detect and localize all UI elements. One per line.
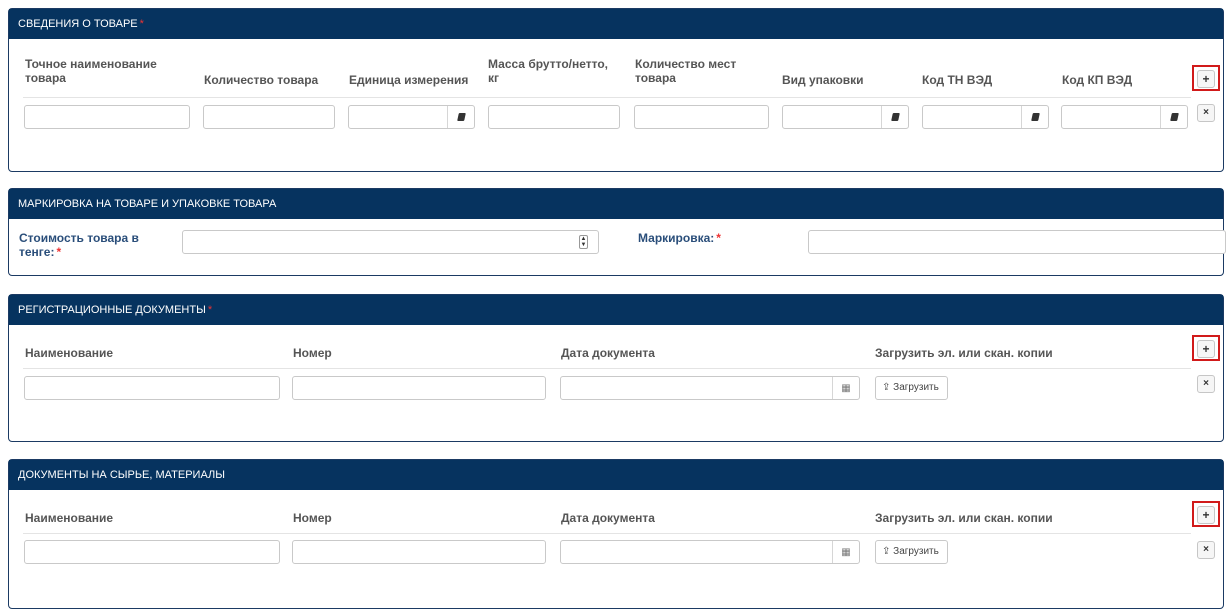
quantity-input[interactable] — [203, 105, 335, 129]
cost-label-line2: тенге: — [19, 245, 55, 259]
mat-date-input[interactable]: ▦ — [560, 540, 860, 564]
packaging-lookup-button[interactable] — [881, 106, 908, 128]
col-quantity-label: Количество товара — [204, 73, 319, 87]
delete-mat-doc-button[interactable]: × — [1197, 541, 1215, 559]
product-name-input[interactable] — [24, 105, 190, 129]
reg-upload-label: Загрузить — [893, 382, 939, 393]
upload-icon: ⇪ — [882, 546, 891, 557]
add-goods-row-button[interactable]: + — [1197, 70, 1215, 88]
mat-col-number-label: Номер — [293, 511, 332, 525]
col-packaging-label: Вид упаковки — [782, 73, 864, 87]
add-mat-doc-button[interactable]: + — [1197, 506, 1215, 524]
reg-date-picker-button[interactable]: ▦ — [832, 377, 859, 399]
unit-lookup-button[interactable] — [447, 106, 474, 128]
upload-icon: ⇪ — [882, 382, 891, 393]
reg-date-input[interactable]: ▦ — [560, 376, 860, 400]
goods-header-divider — [23, 97, 1191, 98]
marking-label: Маркировка: * — [638, 231, 778, 245]
reg-col-number-label: Номер — [293, 346, 332, 360]
material-docs-panel: ДОКУМЕНТЫ НА СЫРЬЕ, МАТЕРИАЛЫ Наименован… — [8, 459, 1224, 609]
registration-docs-title: РЕГИСТРАЦИОННЫЕ ДОКУМЕНТЫ — [18, 304, 206, 316]
unit-input[interactable] — [348, 105, 475, 129]
spinner-icon[interactable]: ▲ ▼ — [579, 235, 588, 249]
places-input[interactable] — [634, 105, 769, 129]
col-weight-label: Масса брутто/нетто, кг — [488, 57, 609, 85]
packaging-input[interactable] — [782, 105, 909, 129]
mat-col-date-label: Дата документа — [561, 511, 655, 525]
marking-header: МАРКИРОВКА НА ТОВАРЕ И УПАКОВКЕ ТОВАРА — [9, 189, 1223, 219]
goods-info-title: СВЕДЕНИЯ О ТОВАРЕ — [18, 18, 138, 30]
mat-col-upload-label: Загрузить эл. или скан. копии — [875, 511, 1053, 525]
required-mark: * — [56, 245, 62, 259]
col-places-label: Количество мест товара — [635, 57, 737, 85]
mat-name-input[interactable] — [24, 540, 280, 564]
cost-input[interactable]: ▲ ▼ — [182, 230, 599, 254]
tnved-lookup-button[interactable] — [1021, 106, 1048, 128]
mat-number-input[interactable] — [292, 540, 546, 564]
reg-header-divider — [23, 368, 1191, 369]
goods-info-panel: СВЕДЕНИЯ О ТОВАРЕ * Точное наименование т… — [8, 8, 1224, 172]
col-product-name-label: Точное наименование товара — [25, 57, 157, 85]
book-icon — [456, 113, 466, 121]
mat-header-divider — [23, 533, 1191, 534]
registration-docs-header: РЕГИСТРАЦИОННЫЕ ДОКУМЕНТЫ * — [9, 295, 1223, 325]
required-mark: * — [139, 18, 144, 30]
book-icon — [1169, 113, 1179, 121]
cost-label: Стоимость товара в тенге: * — [19, 231, 159, 259]
required-mark: * — [716, 231, 721, 245]
delete-goods-row-button[interactable]: × — [1197, 104, 1215, 122]
required-mark: * — [207, 304, 213, 316]
mat-upload-label: Загрузить — [893, 546, 939, 557]
col-unit-label: Единица измерения — [349, 73, 469, 87]
col-kpved-label: Код КП ВЭД — [1062, 73, 1133, 87]
kpved-lookup-button[interactable] — [1160, 106, 1187, 128]
calendar-icon: ▦ — [841, 382, 851, 394]
book-icon — [890, 113, 900, 121]
mat-date-picker-button[interactable]: ▦ — [832, 541, 859, 563]
material-docs-header: ДОКУМЕНТЫ НА СЫРЬЕ, МАТЕРИАЛЫ — [9, 460, 1223, 490]
add-reg-doc-button[interactable]: + — [1197, 340, 1215, 358]
calendar-icon: ▦ — [841, 546, 851, 558]
delete-reg-doc-button[interactable]: × — [1197, 375, 1215, 393]
reg-upload-button[interactable]: ⇪ Загрузить — [875, 376, 948, 400]
weight-input[interactable] — [488, 105, 620, 129]
marking-panel: МАРКИРОВКА НА ТОВАРЕ И УПАКОВКЕ ТОВАРА С… — [8, 188, 1226, 276]
marking-input[interactable] — [808, 230, 1226, 254]
mat-col-name-label: Наименование — [25, 511, 114, 525]
reg-name-input[interactable] — [24, 376, 280, 400]
cost-label-line1: Стоимость товара в — [19, 231, 139, 245]
mat-upload-button[interactable]: ⇪ Загрузить — [875, 540, 948, 564]
marking-title: МАРКИРОВКА НА ТОВАРЕ И УПАКОВКЕ ТОВАРА — [18, 198, 277, 210]
material-docs-title: ДОКУМЕНТЫ НА СЫРЬЕ, МАТЕРИАЛЫ — [18, 469, 225, 481]
tnved-input[interactable] — [922, 105, 1049, 129]
reg-col-upload-label: Загрузить эл. или скан. копии — [875, 346, 1053, 360]
reg-col-name-label: Наименование — [25, 346, 114, 360]
registration-docs-panel: РЕГИСТРАЦИОННЫЕ ДОКУМЕНТЫ * Наименование … — [8, 294, 1224, 442]
reg-col-date-label: Дата документа — [561, 346, 655, 360]
book-icon — [1030, 113, 1040, 121]
col-tnved-label: Код ТН ВЭД — [922, 73, 993, 87]
reg-number-input[interactable] — [292, 376, 546, 400]
marking-label-text: Маркировка: — [638, 231, 715, 245]
kpved-input[interactable] — [1061, 105, 1188, 129]
goods-info-header: СВЕДЕНИЯ О ТОВАРЕ * — [9, 9, 1223, 39]
